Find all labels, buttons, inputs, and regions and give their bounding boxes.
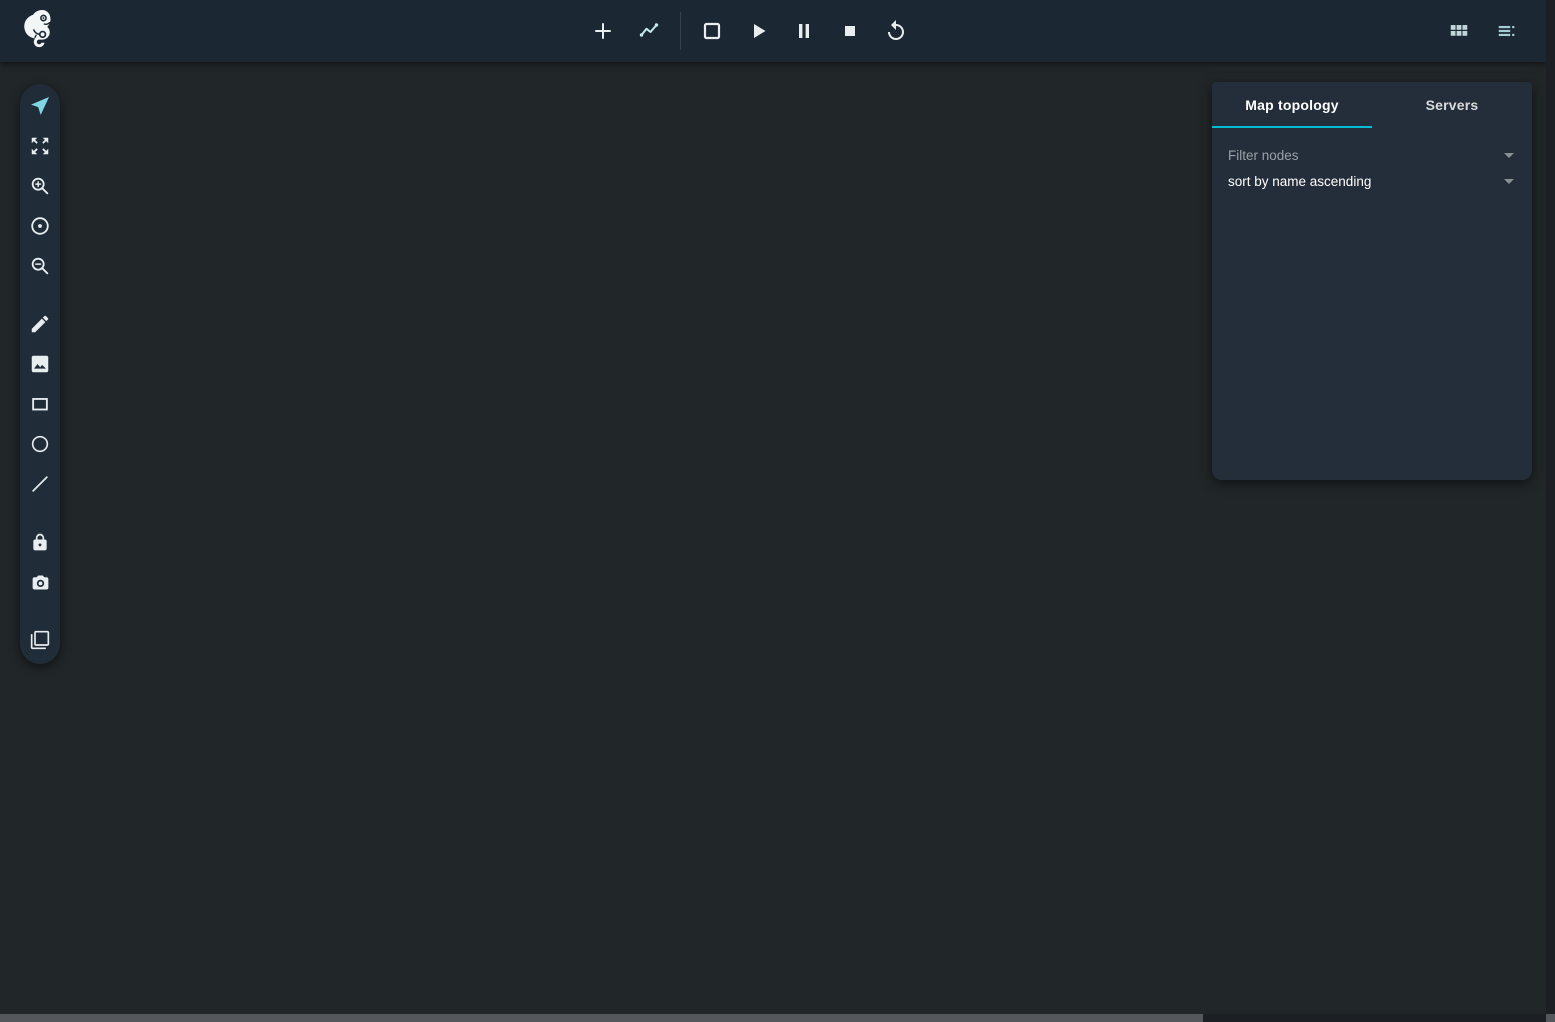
lock-items-button[interactable]: [28, 530, 52, 554]
expand-fit-button[interactable]: [28, 134, 52, 158]
horizontal-scrollbar-thumb[interactable]: [0, 1014, 1203, 1022]
start-all-nodes-button[interactable]: [735, 0, 781, 62]
top-toolbar: [0, 0, 1546, 62]
side-panel-body: Filter nodes sort by name ascending: [1212, 128, 1532, 208]
panel-menu-button[interactable]: [1490, 0, 1524, 62]
toolbar-right-tools: [1442, 0, 1524, 62]
pencil-icon: [29, 313, 51, 335]
add-node-button[interactable]: [580, 0, 626, 62]
tab-servers[interactable]: Servers: [1372, 82, 1532, 128]
zoom-in-icon: [29, 175, 51, 197]
crop-square-icon: [700, 19, 724, 43]
side-panel-tabs: Map topology Servers: [1212, 82, 1532, 128]
select-area-button[interactable]: [689, 0, 735, 62]
palette-group-drawing: [28, 312, 52, 496]
vertical-scrollbar[interactable]: [1546, 0, 1555, 1014]
play-icon: [746, 19, 770, 43]
sort-nodes-select[interactable]: sort by name ascending: [1228, 168, 1516, 194]
expand-arrows-icon: [29, 135, 51, 157]
palette-group-navigation: [28, 94, 52, 278]
drawing-tool-palette: [20, 84, 60, 664]
insert-image-button[interactable]: [28, 352, 52, 376]
pointer-icon: [28, 94, 52, 118]
tab-servers-label: Servers: [1426, 97, 1479, 113]
camera-icon: [30, 572, 51, 593]
draw-rectangle-button[interactable]: [28, 392, 52, 416]
line-icon: [29, 473, 51, 495]
center-view-button[interactable]: [28, 214, 52, 238]
projects-grid-button[interactable]: [1442, 0, 1476, 62]
filter-nodes-placeholder: Filter nodes: [1228, 148, 1299, 163]
palette-group-project: [28, 530, 52, 594]
zoom-out-button[interactable]: [28, 254, 52, 278]
pointer-tool-button[interactable]: [28, 94, 52, 118]
draw-ellipse-button[interactable]: [28, 432, 52, 456]
screenshot-button[interactable]: [28, 570, 52, 594]
show-layers-button[interactable]: [28, 628, 52, 652]
dropdown-arrow-icon: [1504, 179, 1514, 184]
link-zigzag-icon: [637, 19, 661, 43]
scrollbar-corner: [1546, 1014, 1555, 1022]
toolbar-divider: [680, 12, 681, 50]
tab-map-topology-label: Map topology: [1245, 97, 1338, 113]
reload-all-nodes-button[interactable]: [873, 0, 919, 62]
sort-nodes-value: sort by name ascending: [1228, 174, 1371, 189]
ellipse-icon: [29, 433, 51, 455]
reload-icon: [884, 19, 908, 43]
dropdown-arrow-icon: [1504, 153, 1514, 158]
rectangle-icon: [29, 393, 51, 415]
image-icon: [29, 353, 51, 375]
add-link-button[interactable]: [626, 0, 672, 62]
topology-side-panel: Map topology Servers Filter nodes sort b…: [1212, 82, 1532, 480]
zoom-in-button[interactable]: [28, 174, 52, 198]
toolbar-center-tools: [580, 0, 919, 62]
center-focus-icon: [29, 215, 51, 237]
stop-icon: [838, 19, 862, 43]
list-menu-icon: [1496, 20, 1518, 42]
zoom-out-icon: [29, 255, 51, 277]
horizontal-scrollbar[interactable]: [0, 1014, 1546, 1022]
add-icon: [591, 19, 615, 43]
suspend-all-nodes-button[interactable]: [781, 0, 827, 62]
lock-icon: [30, 532, 50, 552]
layers-icon: [30, 630, 50, 650]
palette-group-layers: [28, 628, 52, 652]
gns3-chameleon-logo[interactable]: [22, 9, 58, 51]
draw-line-button[interactable]: [28, 472, 52, 496]
tab-map-topology[interactable]: Map topology: [1212, 82, 1372, 128]
grid-apps-icon: [1448, 20, 1470, 42]
filter-nodes-select[interactable]: Filter nodes: [1228, 142, 1516, 168]
pause-icon: [792, 19, 816, 43]
stop-all-nodes-button[interactable]: [827, 0, 873, 62]
add-note-button[interactable]: [28, 312, 52, 336]
